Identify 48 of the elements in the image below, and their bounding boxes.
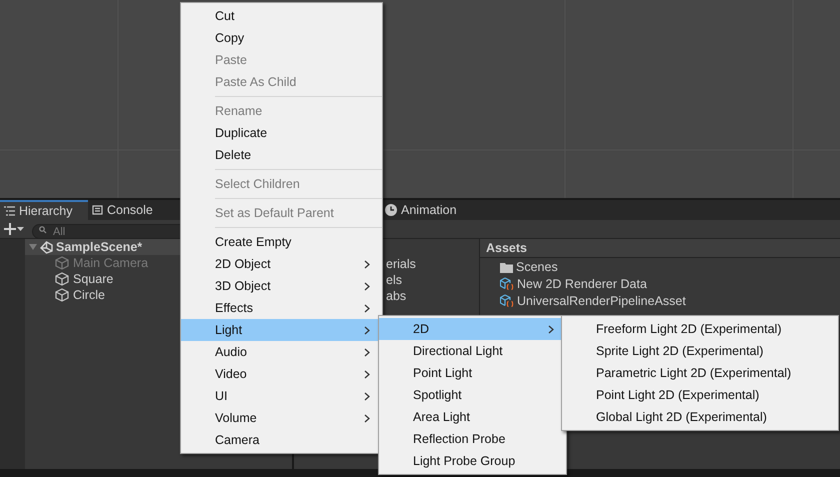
menu-item[interactable]: Point Light 2D (Experimental): [562, 384, 838, 406]
menu-item[interactable]: Parametric Light 2D (Experimental): [562, 362, 838, 384]
chevron-right-icon: [548, 324, 554, 334]
assets-header: Assets: [486, 240, 527, 257]
menu-item[interactable]: UI: [181, 385, 382, 407]
menu-item[interactable]: Camera: [181, 429, 382, 451]
menu-item[interactable]: Video: [181, 363, 382, 385]
menu-item[interactable]: Delete: [181, 144, 382, 166]
cube-icon: [55, 288, 69, 302]
cube-script-icon: [500, 294, 514, 308]
list-icon: [4, 206, 15, 216]
cube-icon: [55, 256, 69, 270]
menu-item[interactable]: Duplicate: [181, 122, 382, 144]
menu-item[interactable]: 3D Object: [181, 275, 382, 297]
asset-item[interactable]: New 2D Renderer Data: [480, 276, 840, 292]
cube-icon: [55, 272, 69, 286]
chevron-right-icon: [364, 282, 370, 290]
menu-item[interactable]: 2D Object: [181, 253, 382, 275]
plus-icon: [4, 223, 16, 235]
search-icon: [39, 226, 48, 234]
panel-tab[interactable]: Animation: [384, 200, 458, 220]
menu-item[interactable]: Effects: [181, 297, 382, 319]
menu-item[interactable]: Sprite Light 2D (Experimental): [562, 340, 838, 362]
asset-item[interactable]: UniversalRenderPipelineAsset: [480, 293, 840, 309]
caret-icon: [17, 227, 24, 231]
chevron-right-icon: [364, 370, 370, 378]
chevron-right-icon: [364, 414, 370, 422]
unity-logo-icon: [40, 240, 53, 254]
menu-item[interactable]: Copy: [181, 27, 382, 49]
asset-item[interactable]: Scenes: [480, 259, 840, 275]
chevron-right-icon: [364, 260, 370, 268]
expanded-arrow-icon: [29, 243, 37, 251]
clock-icon: [385, 204, 397, 216]
panel-tab[interactable]: Console: [88, 200, 176, 220]
panel-tab[interactable]: Hierarchy: [0, 200, 88, 220]
chevron-right-icon: [364, 326, 370, 334]
cube-script-icon: [500, 277, 514, 291]
menu-item[interactable]: Volume: [181, 407, 382, 429]
chevron-right-icon: [364, 304, 370, 312]
menu-item[interactable]: Reflection Probe: [379, 428, 566, 450]
menu-item[interactable]: Global Light 2D (Experimental): [562, 406, 838, 428]
folder-icon: [500, 262, 513, 272]
menu-item[interactable]: Light Probe Group: [379, 450, 566, 472]
menu-item[interactable]: Audio: [181, 341, 382, 363]
menu-item[interactable]: Cut: [181, 5, 382, 27]
chevron-right-icon: [364, 392, 370, 400]
chevron-right-icon: [364, 348, 370, 356]
list-icon: [92, 205, 103, 215]
